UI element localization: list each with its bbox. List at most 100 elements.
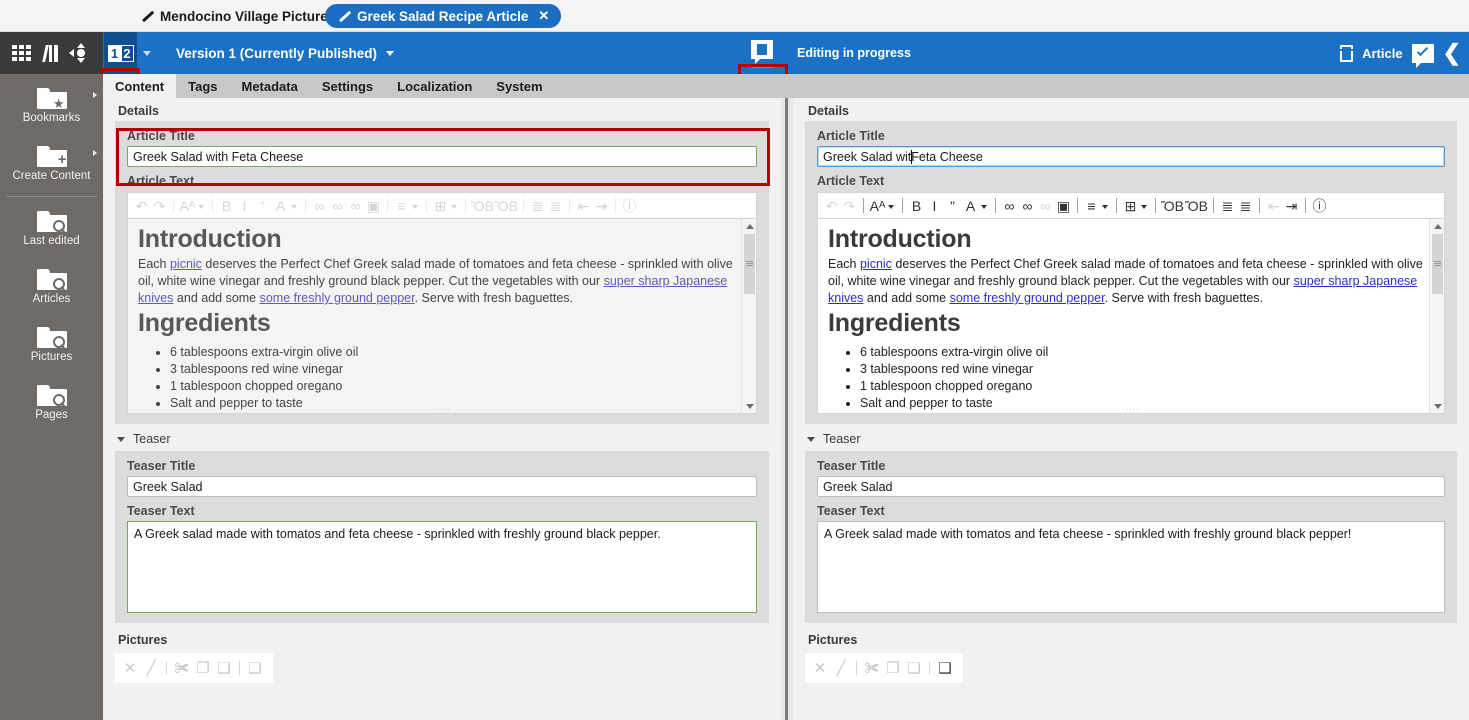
document-icon: [1340, 44, 1354, 62]
article-link[interactable]: some freshly ground pepper: [950, 291, 1105, 305]
article-title-label: Article Title: [817, 129, 885, 143]
font-style-icon[interactable]: Aᴬ: [869, 195, 886, 217]
teaser-section-header[interactable]: Teaser: [793, 424, 1469, 451]
undo-icon[interactable]: ↶: [823, 195, 840, 217]
paste-text-icon[interactable]: ὌB: [1161, 195, 1184, 217]
vertical-scrollbar[interactable]: [1429, 219, 1444, 413]
details-header: Details: [808, 104, 849, 118]
version-selector[interactable]: Version 1 (Currently Published): [176, 32, 395, 74]
italic-icon[interactable]: I: [926, 195, 943, 217]
indent-icon: ⇥: [595, 197, 608, 214]
ingredients-list: 6 tablespoons extra-virgin olive oil3 ta…: [828, 344, 1434, 412]
scrollbar-thumb[interactable]: [1432, 234, 1443, 294]
article-title-input[interactable]: Greek Salad with Feta Cheese: [127, 146, 757, 167]
library-icon[interactable]: [38, 40, 64, 66]
vertical-scrollbar[interactable]: [741, 219, 756, 413]
tab-settings[interactable]: Settings: [310, 74, 385, 98]
indent-icon[interactable]: ⇥: [1283, 195, 1300, 217]
compare-versions-button[interactable]: 1 2: [104, 32, 137, 74]
insert-image-icon[interactable]: ▣: [1055, 195, 1072, 217]
scroll-up-icon[interactable]: [742, 219, 756, 233]
outdent-icon[interactable]: ⇤: [1265, 195, 1282, 217]
bold-icon[interactable]: B: [908, 195, 925, 217]
sidebar-item-last-edited[interactable]: Last edited: [0, 201, 103, 255]
article-heading-introduction: Introduction: [138, 225, 282, 253]
remove-link-icon[interactable]: ∞: [1037, 195, 1054, 217]
ingredient-item: 1 tablespoon chopped oregano: [860, 378, 1434, 395]
editing-status-button[interactable]: [746, 37, 778, 69]
sidebar-item-pages[interactable]: Pages: [0, 375, 103, 429]
article-link[interactable]: super sharp Japanese knives: [138, 274, 727, 305]
tab-localization[interactable]: Localization: [385, 74, 484, 98]
pencil-icon: [140, 10, 153, 23]
resize-grip[interactable]: ·····: [429, 406, 455, 413]
teaser-text-input[interactable]: A Greek salad made with tomatos and feta…: [127, 521, 757, 613]
scrollbar-thumb[interactable]: [744, 234, 755, 294]
sidebar-item-create-content[interactable]: + Create Content: [0, 136, 103, 190]
scroll-up-icon[interactable]: [1430, 219, 1444, 233]
panel-splitter[interactable]: [781, 98, 793, 720]
article-heading-ingredients: Ingredients: [138, 309, 271, 337]
close-icon[interactable]: ✕: [538, 8, 549, 24]
document-tab-greek-salad[interactable]: Greek Salad Recipe Article ✕: [325, 4, 562, 28]
delete-icon: ✕: [813, 660, 827, 677]
quote-icon[interactable]: ”: [944, 195, 961, 217]
paste-word-icon[interactable]: ὌB: [1185, 195, 1208, 217]
text-color-icon[interactable]: A: [962, 195, 979, 217]
chevron-down-icon: [198, 204, 204, 209]
bullet-list-icon[interactable]: ≣: [1237, 195, 1254, 217]
teaser-title-input[interactable]: Greek Salad: [817, 476, 1445, 497]
toolbar-separator: [929, 661, 930, 675]
ingredient-item: Salt and pepper to taste: [170, 395, 746, 412]
tab-metadata[interactable]: Metadata: [230, 74, 310, 98]
compare-dropdown-caret[interactable]: [140, 32, 154, 74]
chevron-left-icon[interactable]: ❮: [1443, 42, 1461, 64]
left-teaser-group: Teaser Title Greek Salad Teaser Text A G…: [115, 451, 769, 623]
chevron-down-icon[interactable]: [1102, 204, 1108, 209]
numbered-list-icon[interactable]: ≣: [1219, 195, 1236, 217]
align-icon[interactable]: ≡: [1083, 195, 1100, 217]
article-link[interactable]: some freshly ground pepper: [260, 291, 415, 305]
font-style-icon: Aᴬ: [179, 197, 196, 214]
teaser-text-input[interactable]: A Greek salad made with tomatos and feta…: [817, 521, 1445, 613]
chevron-down-icon[interactable]: [981, 204, 987, 209]
chevron-down-icon[interactable]: [1141, 204, 1147, 209]
scroll-down-icon[interactable]: [1430, 399, 1444, 413]
document-tab-mendocino[interactable]: Mendocino Village Picture: [128, 4, 340, 28]
tab-system[interactable]: System: [484, 74, 554, 98]
redo-icon[interactable]: ↷: [841, 195, 858, 217]
grid-icon[interactable]: [8, 40, 34, 66]
article-link[interactable]: picnic: [170, 257, 202, 271]
navigate-icon[interactable]: [68, 40, 94, 66]
toolbar-separator: [1077, 198, 1078, 213]
article-title-input[interactable]: Greek Salad wit Feta Cheese: [817, 146, 1445, 167]
tab-tags[interactable]: Tags: [176, 74, 229, 98]
article-link[interactable]: super sharp Japanese knives: [828, 274, 1417, 305]
sidebar-item-bookmarks[interactable]: ★ Bookmarks: [0, 78, 103, 132]
scroll-down-icon[interactable]: [742, 399, 756, 413]
toolbar-separator: [522, 198, 524, 213]
check-bubble-icon[interactable]: [1411, 43, 1434, 68]
delete-icon: ✕: [123, 660, 137, 677]
add-picture-icon[interactable]: ❑: [936, 656, 954, 680]
info-icon[interactable]: ⓘ: [1311, 195, 1328, 217]
sidebar-item-pictures[interactable]: Pictures: [0, 317, 103, 371]
teaser-section-header[interactable]: Teaser: [103, 424, 781, 451]
article-body-editable[interactable]: Introduction Each picnic deserves the Pe…: [817, 218, 1445, 414]
teaser-title-input[interactable]: Greek Salad: [127, 476, 757, 497]
version-label: Version 1 (Currently Published): [176, 45, 378, 61]
table-icon[interactable]: ⊞: [1122, 195, 1139, 217]
teaser-header-label: Teaser: [823, 432, 861, 446]
resize-grip[interactable]: ·····: [1118, 406, 1144, 413]
article-link[interactable]: picnic: [860, 257, 892, 271]
cut-icon: ✀: [174, 659, 190, 677]
paste-icon: ❑: [217, 660, 231, 677]
insert-link-icon[interactable]: ∞: [1001, 195, 1018, 217]
edit-link-icon[interactable]: ∞: [1019, 195, 1036, 217]
chevron-down-icon[interactable]: [888, 204, 894, 209]
ingredient-item: 3 tablespoons red wine vinegar: [170, 361, 746, 378]
sidebar-item-articles[interactable]: Articles: [0, 259, 103, 313]
folder-search-icon: [36, 210, 67, 232]
quote-icon: ”: [260, 197, 265, 214]
tab-content[interactable]: Content: [103, 74, 177, 98]
